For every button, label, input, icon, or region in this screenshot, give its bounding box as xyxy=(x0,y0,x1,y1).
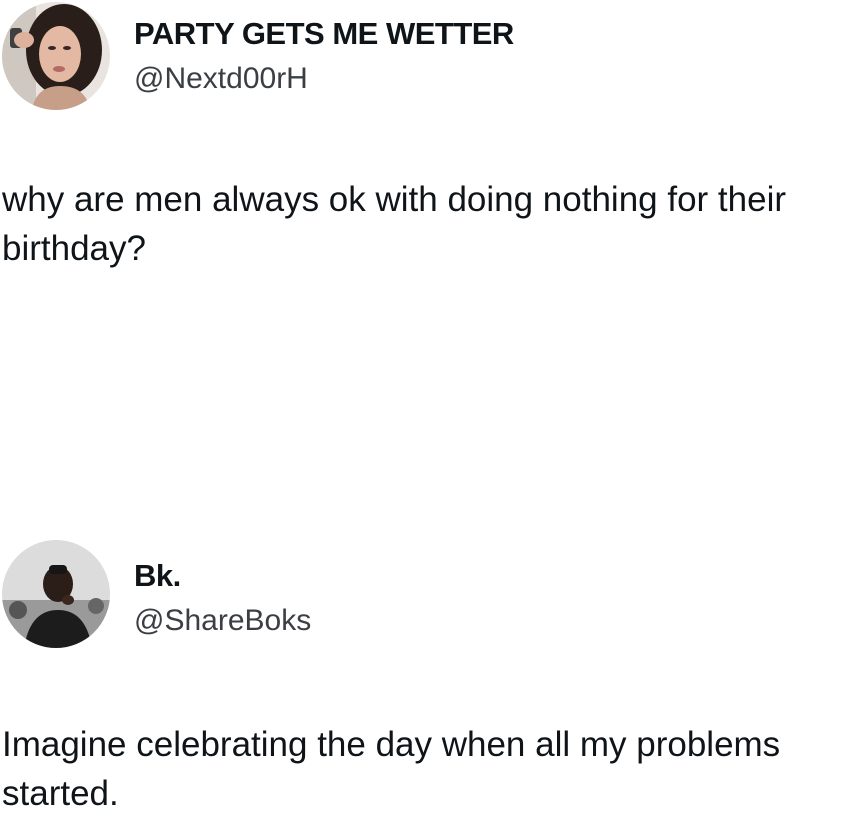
avatar[interactable] xyxy=(2,2,110,110)
tweet-text: why are men always ok with doing nothing… xyxy=(2,180,787,268)
profile-photo-woman-icon xyxy=(2,2,110,110)
display-name[interactable]: PARTY GETS ME WETTER xyxy=(134,16,514,52)
tweet-text: Imagine celebrating the day when all my … xyxy=(2,725,781,813)
profile-photo-man-icon xyxy=(2,540,110,648)
avatar[interactable] xyxy=(2,540,110,648)
user-handle[interactable]: @Nextd00rH xyxy=(134,62,308,96)
display-name[interactable]: Bk. xyxy=(134,558,181,594)
user-handle[interactable]: @ShareBoks xyxy=(134,604,311,638)
